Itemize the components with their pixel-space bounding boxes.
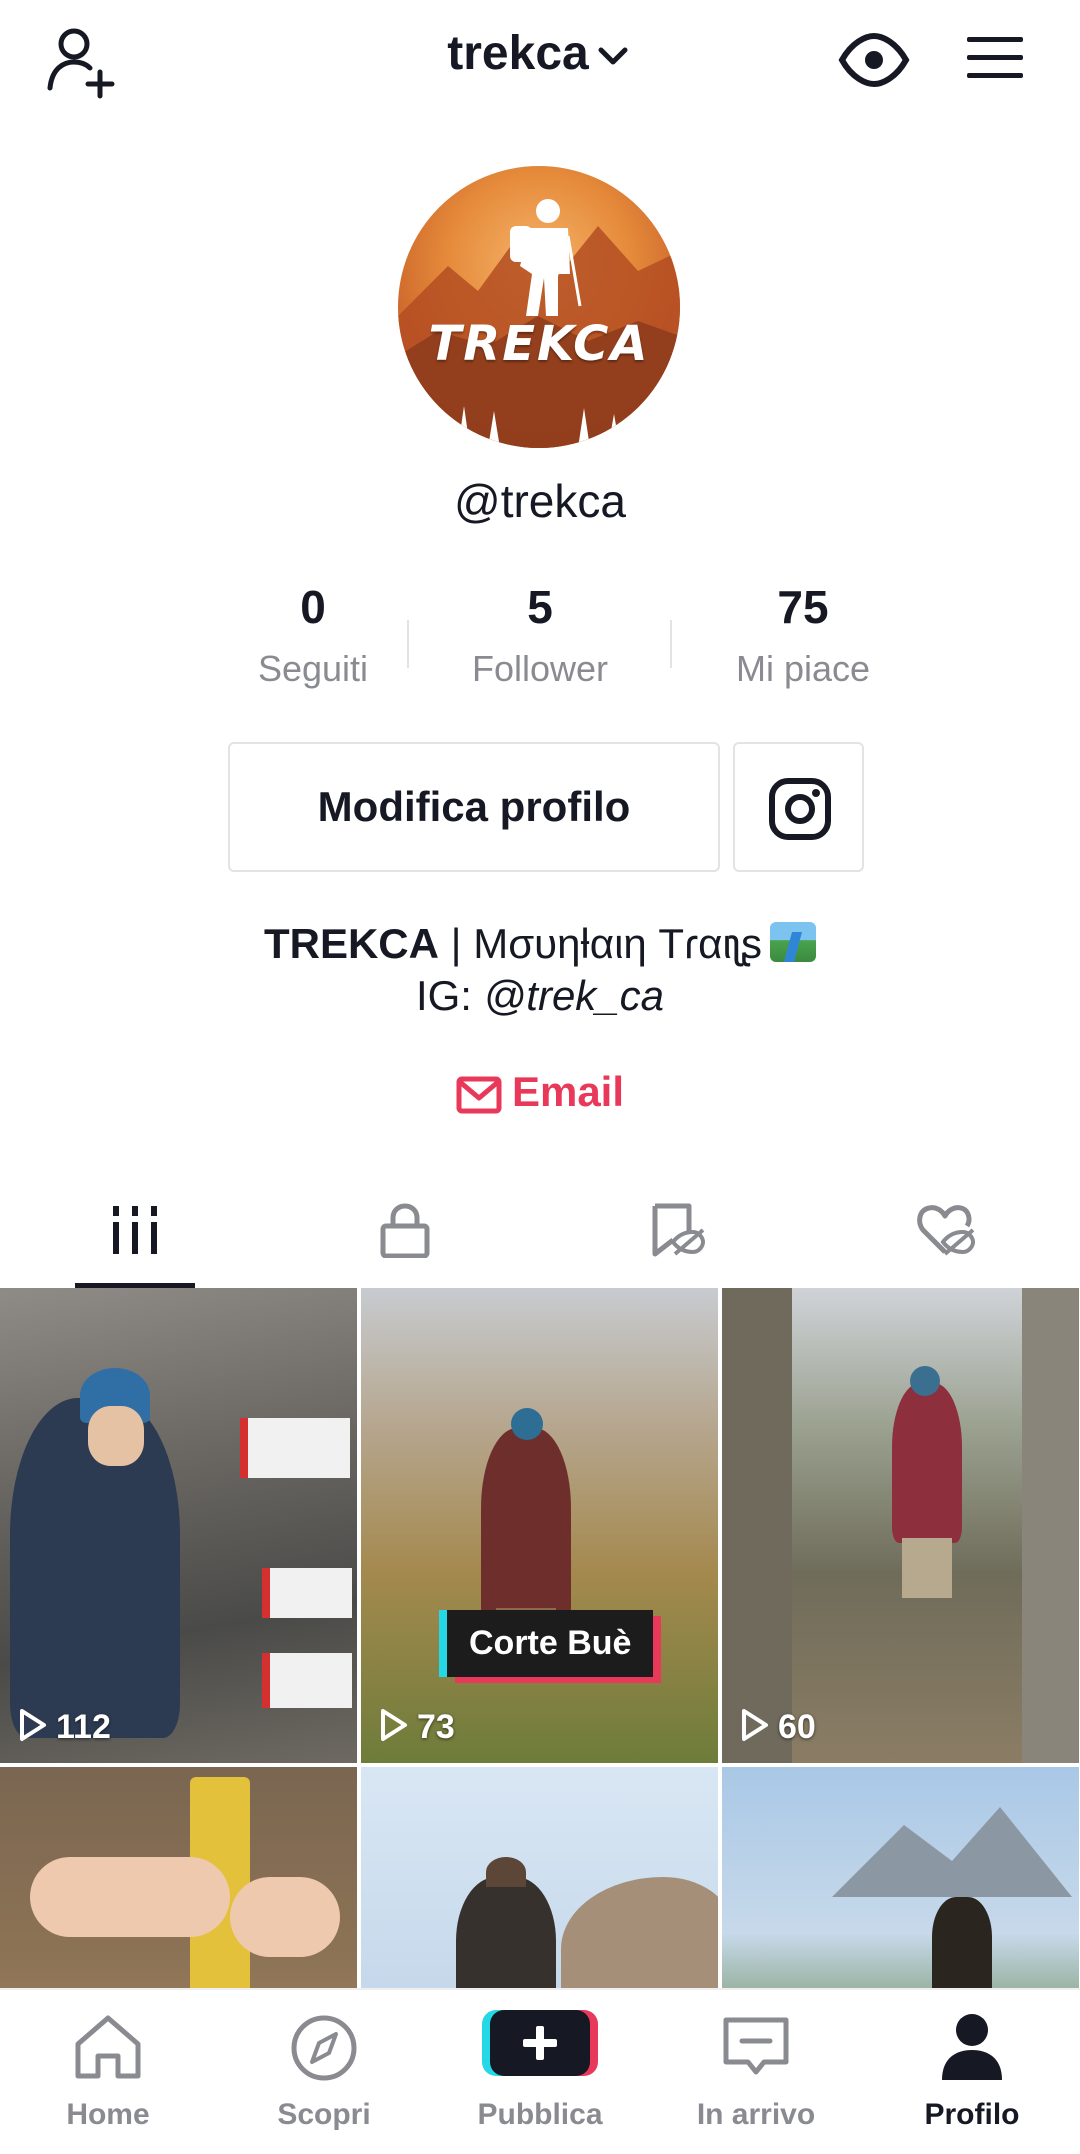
cap-graphic	[486, 1857, 526, 1887]
inbox-icon	[723, 2017, 789, 2075]
nav-home[interactable]: Home	[0, 1990, 216, 2154]
home-icon	[75, 2015, 141, 2079]
profile-tabs	[0, 1172, 1080, 1288]
compass-icon	[291, 2015, 357, 2081]
bio-name: TREKCA	[263, 920, 439, 967]
bottom-navigation: Home Scopri Pubblica In arrivo Profilo	[0, 1988, 1080, 2154]
hidden-repost-icon	[652, 1203, 705, 1257]
bio-line-1: TREKCA | Mσυηƚαιη Tɾαιʅʂ	[0, 918, 1080, 970]
stats-divider	[407, 620, 409, 668]
instagram-button[interactable]	[733, 742, 864, 872]
view-count-value: 73	[417, 1708, 455, 1746]
bio-line-2: IG: @trek_ca	[0, 970, 1080, 1022]
edit-profile-button[interactable]: Modifica profilo	[228, 742, 720, 872]
account-switcher[interactable]: trekca	[0, 26, 1080, 81]
following-count: 0	[300, 581, 326, 633]
play-icon	[20, 1709, 46, 1741]
video-thumbnail[interactable]: 112	[0, 1288, 357, 1763]
view-count: 112	[18, 1708, 111, 1747]
nav-discover[interactable]: Scopri	[216, 1990, 432, 2154]
tab-reposts[interactable]	[540, 1172, 810, 1288]
bio-separator: |	[438, 920, 474, 967]
profile-handle: @trekca	[454, 475, 626, 527]
hidden-heart-icon	[917, 1205, 975, 1256]
video-thumbnail[interactable]	[0, 1767, 357, 1988]
view-count-value: 60	[778, 1708, 816, 1746]
rock-graphic	[561, 1877, 718, 1988]
likes-stat[interactable]: 75 Mi piace	[690, 580, 916, 690]
view-count-value: 112	[56, 1708, 111, 1746]
nav-label: Pubblica	[477, 2098, 603, 2131]
hiker-figure	[932, 1897, 992, 1988]
eye-icon	[838, 32, 910, 88]
play-icon	[381, 1709, 407, 1741]
play-icon	[742, 1709, 768, 1741]
profile-stats: 0 Seguiti 5 Follower 75 Mi piace	[200, 580, 880, 700]
nav-label: In arrivo	[696, 2098, 816, 2131]
bio-tagline: Mσυηƚαιη Tɾαιʅʂ	[473, 920, 763, 967]
chevron-down-icon	[598, 47, 628, 65]
legs-graphic	[902, 1538, 952, 1598]
hat-graphic	[910, 1366, 940, 1396]
national-park-emoji-icon	[770, 922, 817, 962]
top-bar: trekca	[0, 0, 1080, 120]
view-count: 73	[379, 1708, 455, 1747]
tab-liked[interactable]	[810, 1172, 1080, 1288]
tab-private[interactable]	[270, 1172, 540, 1288]
trail-sign-graphic	[262, 1653, 352, 1708]
avatar[interactable]: TREKCA	[398, 166, 680, 448]
followers-count: 5	[527, 581, 553, 633]
mountain-logo-graphic	[398, 199, 680, 448]
hand-graphic	[30, 1857, 230, 1937]
video-grid: 112 Corte Buè 73 60	[0, 1288, 1080, 1988]
view-count: 60	[740, 1708, 816, 1747]
bio-ig-prefix: IG:	[415, 972, 484, 1019]
nav-label: Profilo	[924, 2098, 1020, 2131]
video-caption: Corte Buè	[447, 1610, 654, 1677]
hiker-figure	[892, 1383, 962, 1543]
following-stat[interactable]: 0 Seguiti	[200, 580, 426, 690]
grid-icon	[113, 1206, 157, 1254]
nav-profile[interactable]: Profilo	[864, 1990, 1080, 2154]
email-link[interactable]: Email	[0, 1068, 1080, 1116]
tab-videos[interactable]	[0, 1172, 270, 1288]
trail-sign-graphic	[262, 1568, 352, 1618]
hiker-figure	[456, 1877, 556, 1988]
mail-icon	[456, 1076, 502, 1114]
trail-sign-graphic	[240, 1418, 350, 1478]
avatar-logo-text: TREKCA	[428, 316, 650, 372]
face-graphic	[88, 1406, 144, 1466]
profile-bio: TREKCA | Mσυηƚαιη Tɾαιʅʂ IG: @trek_ca	[0, 918, 1080, 1022]
bio-ig-handle[interactable]: @trek_ca	[484, 972, 664, 1019]
followers-stat[interactable]: 5 Follower	[427, 580, 653, 690]
video-thumbnail[interactable]	[722, 1767, 1079, 1988]
menu-button[interactable]	[965, 34, 1025, 82]
hand-graphic	[230, 1877, 340, 1957]
lock-icon	[380, 1203, 430, 1258]
mountain-graphic	[832, 1807, 1072, 1897]
nav-inbox[interactable]: In arrivo	[648, 1990, 864, 2154]
likes-count: 75	[777, 581, 829, 633]
stone-wall-graphic	[722, 1288, 792, 1763]
nav-label: Home	[66, 2098, 150, 2131]
stats-divider	[670, 620, 672, 668]
profile-icon	[942, 2014, 1002, 2080]
likes-label: Mi piace	[735, 648, 871, 689]
following-label: Seguiti	[257, 648, 369, 689]
video-thumbnail[interactable]: Corte Buè 73	[361, 1288, 718, 1763]
account-username: trekca	[447, 27, 589, 80]
followers-label: Follower	[471, 648, 609, 689]
profile-views-button[interactable]	[838, 30, 910, 90]
plus-icon	[490, 2010, 590, 2076]
nav-publish[interactable]: Pubblica	[432, 1990, 648, 2154]
hiker-figure	[481, 1428, 571, 1628]
video-thumbnail[interactable]: 60	[722, 1288, 1079, 1763]
email-label: Email	[511, 1068, 625, 1115]
hamburger-menu-icon	[967, 37, 1023, 78]
hat-graphic	[511, 1408, 543, 1440]
instagram-icon	[769, 778, 831, 840]
video-thumbnail[interactable]	[361, 1767, 718, 1988]
nav-label: Scopri	[277, 2098, 371, 2131]
building-wall-graphic	[1022, 1288, 1079, 1763]
